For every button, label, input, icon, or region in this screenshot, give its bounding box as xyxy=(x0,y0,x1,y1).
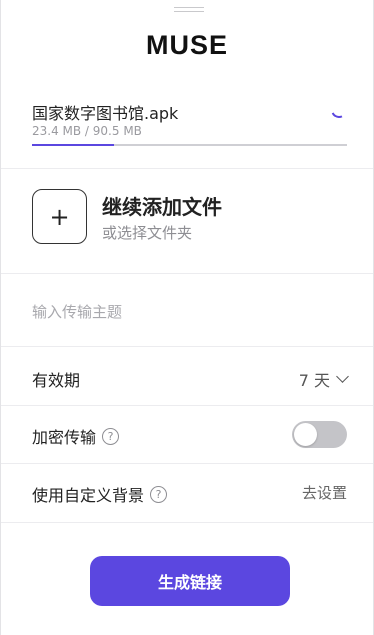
expiry-row: 有效期 7 天 xyxy=(32,364,349,391)
custom-background-label-text: 使用自定义背景 xyxy=(32,486,145,505)
encryption-toggle[interactable] xyxy=(292,421,347,448)
generate-link-button[interactable]: 生成链接 xyxy=(90,556,290,606)
help-icon[interactable]: ? xyxy=(102,427,120,445)
plus-icon: + xyxy=(49,202,70,231)
toggle-knob xyxy=(294,423,317,446)
chevron-down-icon xyxy=(336,370,349,383)
divider xyxy=(1,273,373,274)
loading-spinner-icon xyxy=(328,99,350,121)
custom-background-settings-link[interactable]: 去设置 xyxy=(302,482,347,503)
drag-handle-line xyxy=(174,11,204,12)
expiry-label-text: 有效期 xyxy=(32,371,81,390)
encryption-label: 加密传输 ? xyxy=(32,424,120,448)
app-logo: MUSE xyxy=(145,30,228,60)
subject-input[interactable] xyxy=(32,298,342,326)
file-name: 国家数字图书馆.apk xyxy=(32,104,179,123)
add-files-button[interactable]: + xyxy=(32,189,87,244)
encryption-label-text: 加密传输 xyxy=(32,428,97,447)
upload-progress-bar xyxy=(32,144,347,146)
custom-background-label: 使用自定义背景 ? xyxy=(32,482,168,506)
file-item: 国家数字图书馆.apk 23.4 MB / 90.5 MB xyxy=(32,98,350,150)
divider xyxy=(1,346,373,347)
drag-handle[interactable] xyxy=(174,7,204,13)
custom-background-row: 使用自定义背景 ? 去设置 xyxy=(32,479,347,505)
transfer-panel: MUSE 国家数字图书馆.apk 23.4 MB / 90.5 MB + 继续添… xyxy=(0,0,374,635)
divider xyxy=(1,522,373,523)
divider xyxy=(1,168,373,169)
add-files-section[interactable]: + 继续添加文件 或选择文件夹 xyxy=(32,189,347,245)
expiry-select[interactable]: 7 天 xyxy=(298,367,349,391)
drag-handle-line xyxy=(174,7,204,8)
encryption-row: 加密传输 ? xyxy=(32,421,347,448)
expiry-label: 有效期 xyxy=(32,367,80,391)
file-size: 23.4 MB / 90.5 MB xyxy=(32,124,142,138)
add-files-title[interactable]: 继续添加文件 xyxy=(102,191,222,220)
help-icon[interactable]: ? xyxy=(150,485,168,503)
select-folder-link[interactable]: 或选择文件夹 xyxy=(102,222,192,243)
divider xyxy=(1,405,373,406)
upload-progress-fill xyxy=(32,144,114,146)
divider xyxy=(1,463,373,464)
expiry-value: 7 天 xyxy=(298,371,330,390)
